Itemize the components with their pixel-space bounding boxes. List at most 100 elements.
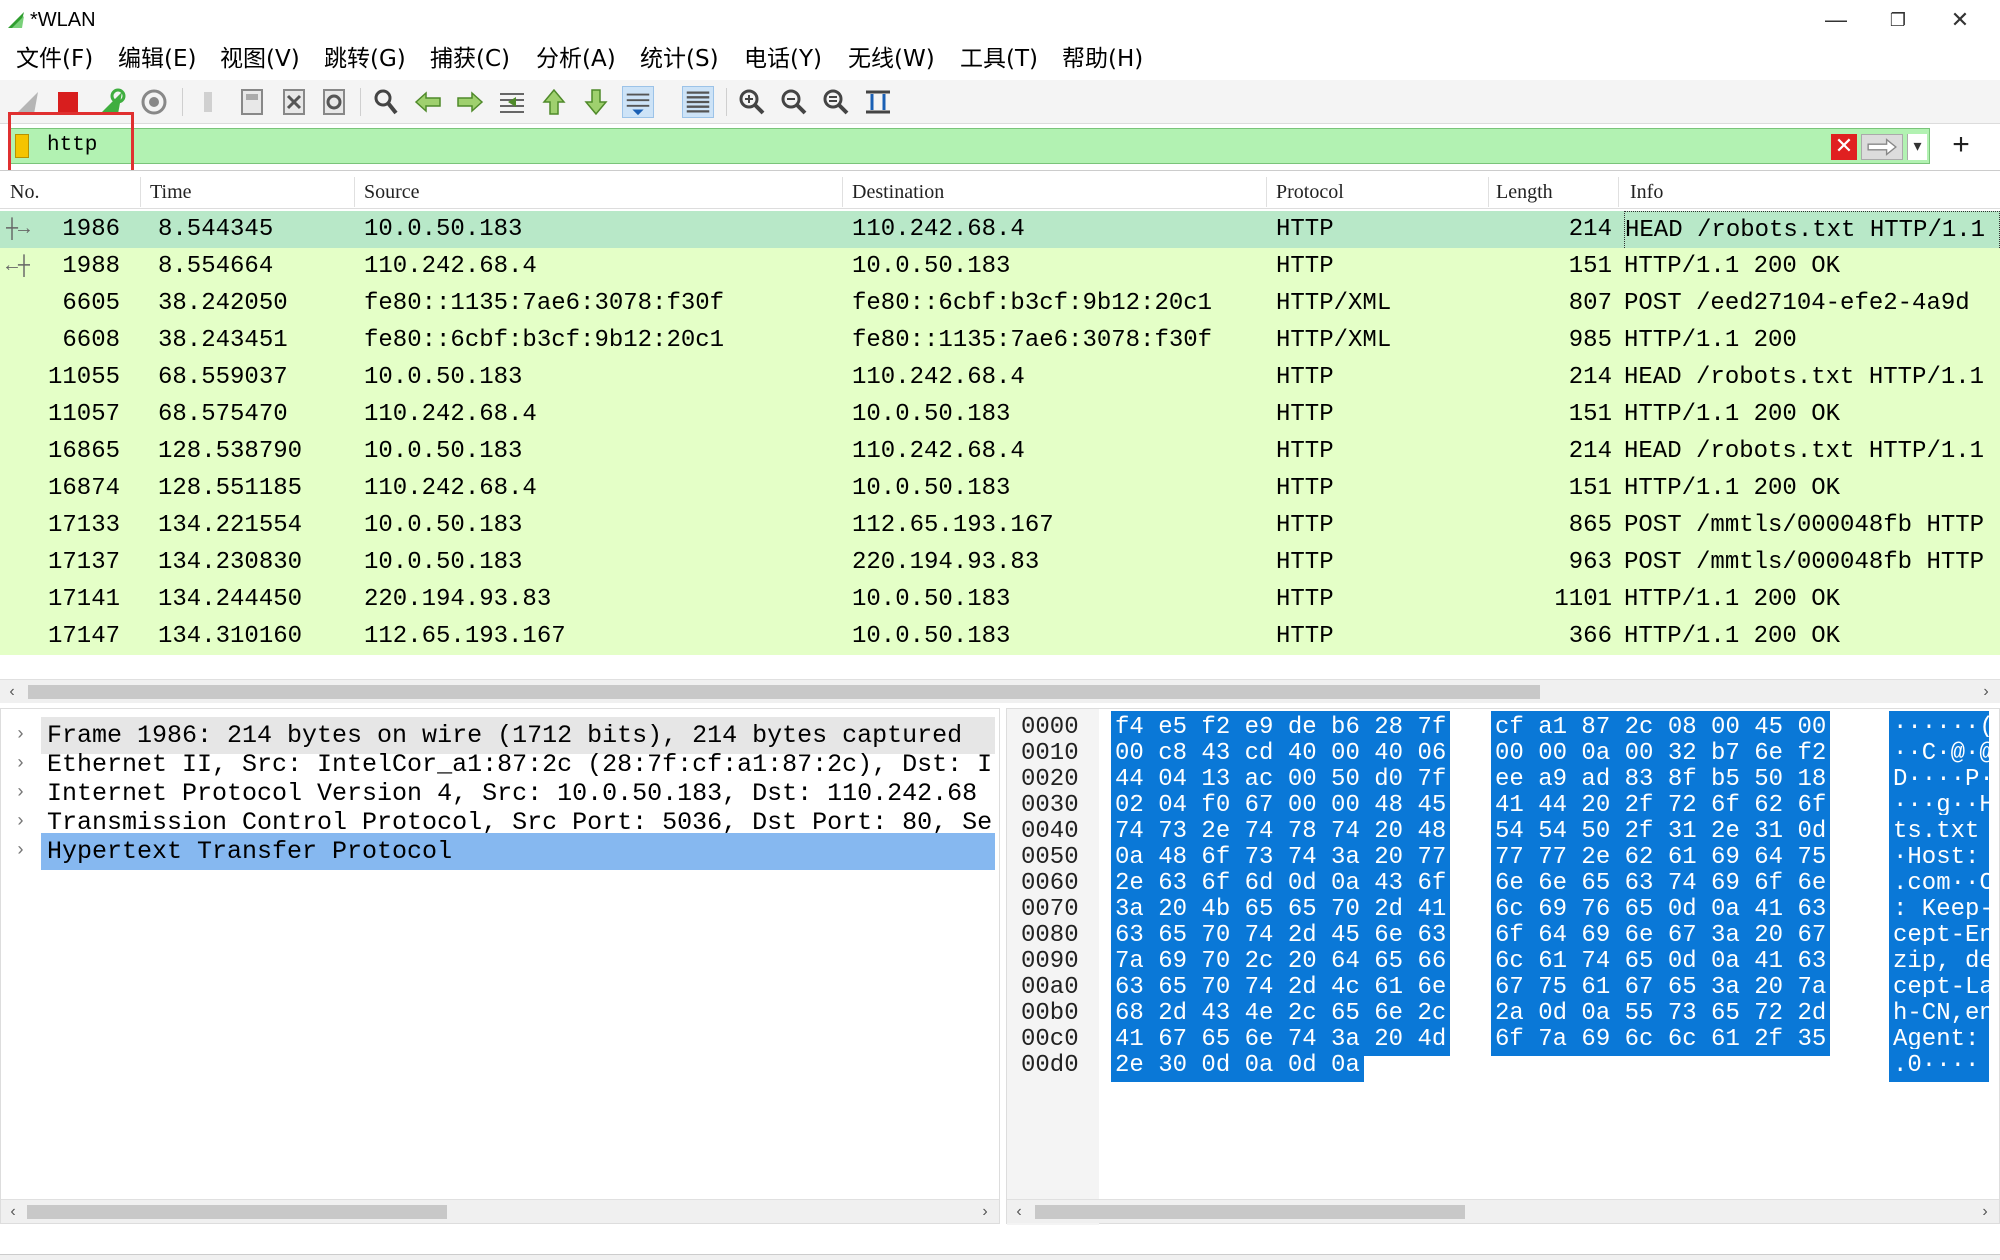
packet-row[interactable]: 6608 38.243451 fe80::6cbf:b3cf:9b12:20c1 fe… bbox=[0, 322, 2000, 359]
open-file-icon[interactable] bbox=[194, 86, 226, 118]
filter-history-chevron-down-icon[interactable]: ▾ bbox=[1907, 134, 1927, 160]
menu-capture[interactable]: 捕获(C) bbox=[430, 44, 510, 74]
menu-tools[interactable]: 工具(T) bbox=[960, 44, 1038, 74]
menu-wireless[interactable]: 无线(W) bbox=[848, 44, 935, 74]
cell-protocol: HTTP/XML bbox=[1276, 290, 1392, 317]
zoom-out-icon[interactable] bbox=[778, 86, 810, 118]
packet-row[interactable]: ┼→ 1986 8.544345 10.0.50.183 110.242.68.4 HTT… bbox=[0, 211, 2000, 250]
bytes-hex-group-1[interactable]: 2e 30 0d 0a 0d 0a bbox=[1111, 1049, 1364, 1082]
packet-row[interactable]: 17141 134.244450 220.194.93.83 10.0.50.183 H… bbox=[0, 581, 2000, 618]
column-header-time[interactable]: Time bbox=[150, 181, 192, 204]
packet-row[interactable]: 17133 134.221554 10.0.50.183 112.65.193.167… bbox=[0, 507, 2000, 544]
cell-time: 8.544345 bbox=[158, 216, 274, 243]
scroll-right-arrow-icon[interactable]: › bbox=[1976, 680, 1996, 704]
menu-view[interactable]: 视图(V) bbox=[220, 44, 300, 74]
cell-destination: 110.242.68.4 bbox=[852, 438, 1025, 465]
cell-destination: 10.0.50.183 bbox=[852, 475, 1011, 502]
column-divider[interactable] bbox=[842, 177, 843, 207]
packet-list-pane: No. Time Source Destination Protocol Len… bbox=[0, 170, 2000, 703]
packet-row[interactable]: ←┼ 1988 8.554664 110.242.68.4 10.0.50.183 HTT… bbox=[0, 248, 2000, 285]
menu-analyze[interactable]: 分析(A) bbox=[536, 44, 616, 74]
cell-protocol: HTTP bbox=[1276, 623, 1334, 650]
column-header-destination[interactable]: Destination bbox=[852, 181, 944, 204]
bytes-ascii[interactable]: .0···· bbox=[1889, 1049, 1989, 1082]
toolbar-separator bbox=[360, 88, 361, 116]
chevron-right-icon[interactable]: › bbox=[15, 833, 26, 870]
scrollbar-thumb[interactable] bbox=[1035, 1205, 1465, 1219]
cell-protocol: HTTP bbox=[1276, 216, 1334, 243]
cell-info: HTTP/1.1 200 OK bbox=[1624, 586, 1841, 613]
scroll-left-arrow-icon[interactable]: ‹ bbox=[1009, 1200, 1029, 1224]
zoom-in-icon[interactable] bbox=[736, 86, 768, 118]
add-filter-button[interactable]: + bbox=[1946, 128, 1976, 164]
menu-help[interactable]: 帮助(H) bbox=[1062, 44, 1143, 74]
menu-bar: 文件(F) 编辑(E) 视图(V) 跳转(G) 捕获(C) 分析(A) 统计(S… bbox=[0, 40, 2000, 78]
scrollbar-thumb[interactable] bbox=[28, 685, 1540, 699]
autoscroll-icon[interactable] bbox=[622, 86, 654, 118]
scroll-right-arrow-icon[interactable]: › bbox=[975, 1200, 995, 1224]
packet-row[interactable]: 17137 134.230830 10.0.50.183 220.194.93.83 H… bbox=[0, 544, 2000, 581]
packet-list-header: No. Time Source Destination Protocol Len… bbox=[0, 175, 2000, 209]
minimize-button[interactable]: — bbox=[1806, 4, 1866, 36]
scroll-right-arrow-icon[interactable]: › bbox=[1975, 1200, 1995, 1224]
normal-size-icon[interactable] bbox=[820, 86, 852, 118]
cell-no: 1988 bbox=[62, 253, 120, 280]
close-file-icon[interactable] bbox=[278, 86, 310, 118]
column-divider[interactable] bbox=[1266, 177, 1267, 207]
column-divider[interactable] bbox=[354, 177, 355, 207]
cell-info: POST /mmtls/000048fb HTTP bbox=[1624, 512, 1985, 539]
menu-telephony[interactable]: 电话(Y) bbox=[744, 44, 822, 74]
details-horizontal-scrollbar[interactable]: ‹ › bbox=[1, 1199, 999, 1223]
cell-destination: 10.0.50.183 bbox=[852, 586, 1011, 613]
scroll-left-arrow-icon[interactable]: ‹ bbox=[2, 680, 22, 704]
cell-no: 17133 bbox=[47, 512, 120, 539]
colorize-icon[interactable] bbox=[682, 86, 714, 118]
column-header-info[interactable]: Info bbox=[1630, 181, 1663, 204]
cell-length: 214 bbox=[1568, 438, 1612, 465]
menu-go[interactable]: 跳转(G) bbox=[324, 44, 406, 74]
packet-row[interactable]: 11057 68.575470 110.242.68.4 10.0.50.183 HTT… bbox=[0, 396, 2000, 433]
clear-filter-button[interactable]: ✕ bbox=[1831, 134, 1857, 160]
packet-row[interactable]: 6605 38.242050 fe80::1135:7ae6:3078:f30f fe… bbox=[0, 285, 2000, 322]
column-divider[interactable] bbox=[1618, 177, 1619, 207]
column-header-protocol[interactable]: Protocol bbox=[1276, 181, 1344, 204]
column-divider[interactable] bbox=[140, 177, 141, 207]
go-back-icon[interactable] bbox=[412, 86, 444, 118]
bytes-horizontal-scrollbar[interactable]: ‹ › bbox=[1007, 1199, 1999, 1223]
status-bar bbox=[0, 1254, 2000, 1260]
go-to-packet-icon[interactable] bbox=[496, 86, 528, 118]
menu-file[interactable]: 文件(F) bbox=[16, 44, 93, 74]
packet-row[interactable]: 16865 128.538790 10.0.50.183 110.242.68.4 HT… bbox=[0, 433, 2000, 470]
restore-button[interactable]: ❐ bbox=[1868, 4, 1928, 36]
column-divider[interactable] bbox=[1488, 177, 1489, 207]
close-window-button[interactable]: ✕ bbox=[1930, 4, 1990, 36]
menu-statistics[interactable]: 统计(S) bbox=[640, 44, 719, 74]
scroll-left-arrow-icon[interactable]: ‹ bbox=[3, 1200, 23, 1224]
reload-file-icon[interactable] bbox=[318, 86, 350, 118]
scrollbar-thumb[interactable] bbox=[27, 1205, 447, 1219]
column-header-length[interactable]: Length bbox=[1496, 181, 1553, 204]
resize-columns-icon[interactable] bbox=[862, 86, 894, 118]
save-file-icon[interactable] bbox=[236, 86, 268, 118]
cell-info: HEAD /robots.txt HTTP/1.1 bbox=[1624, 438, 1985, 465]
details-tree-item[interactable]: › Hypertext Transfer Protocol bbox=[1, 833, 999, 870]
find-packet-icon[interactable] bbox=[370, 86, 402, 118]
cell-length: 151 bbox=[1568, 475, 1612, 502]
packet-row[interactable]: 17147 134.310160 112.65.193.167 10.0.50.183… bbox=[0, 618, 2000, 655]
display-filter-input[interactable] bbox=[47, 131, 1827, 161]
cell-time: 134.221554 bbox=[158, 512, 303, 539]
column-header-no[interactable]: No. bbox=[10, 181, 39, 204]
first-packet-icon[interactable] bbox=[538, 86, 570, 118]
go-forward-icon[interactable] bbox=[454, 86, 486, 118]
last-packet-icon[interactable] bbox=[580, 86, 612, 118]
packet-row[interactable]: 11055 68.559037 10.0.50.183 110.242.68.4 HTT… bbox=[0, 359, 2000, 396]
column-header-source[interactable]: Source bbox=[364, 181, 420, 204]
cell-destination: fe80::6cbf:b3cf:9b12:20c1 bbox=[852, 290, 1213, 317]
apply-filter-arrow-icon[interactable] bbox=[1861, 134, 1903, 160]
cell-protocol: HTTP bbox=[1276, 475, 1334, 502]
packet-row[interactable]: 16874 128.551185 110.242.68.4 10.0.50.183 HT… bbox=[0, 470, 2000, 507]
cell-source: fe80::6cbf:b3cf:9b12:20c1 bbox=[364, 327, 725, 354]
packet-list-horizontal-scrollbar[interactable]: ‹ › bbox=[0, 679, 2000, 703]
capture-options-icon[interactable] bbox=[138, 86, 170, 118]
menu-edit[interactable]: 编辑(E) bbox=[118, 44, 196, 74]
